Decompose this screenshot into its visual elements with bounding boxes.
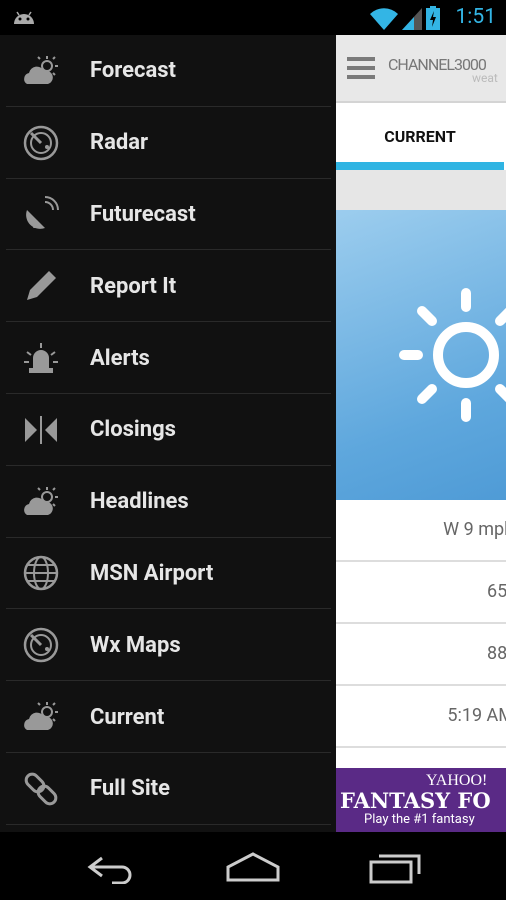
drawer-item-label: Full Site: [90, 776, 170, 802]
back-icon[interactable]: [82, 850, 142, 884]
low-temp-value: 65°: [487, 581, 506, 602]
closings-icon: [21, 410, 61, 450]
recent-apps-icon[interactable]: [365, 850, 425, 884]
drawer-item-wx-maps[interactable]: Wx Maps: [0, 609, 336, 681]
pencil-icon: [21, 266, 61, 306]
main-content: CHANNEL3000 weat CURRENT W 9 mph 65° 88°…: [336, 35, 506, 832]
status-bar: 1:51: [0, 0, 506, 35]
radar-icon: [21, 625, 61, 665]
globe-icon: [21, 553, 61, 593]
satellite-dish-icon: [21, 194, 61, 234]
tab-indicator: [336, 162, 504, 170]
sunrise-row: 5:19 AM: [336, 686, 506, 748]
drawer-item-label: Radar: [90, 130, 149, 156]
drawer-item-full-site[interactable]: Full Site: [0, 753, 336, 825]
partly-cloudy-icon: [21, 482, 61, 522]
drawer-item-label: Wx Maps: [90, 632, 181, 658]
system-nav-bar: [0, 832, 506, 900]
drawer-item-label: Forecast: [90, 58, 176, 84]
wifi-icon: [370, 8, 398, 30]
sun-icon: [399, 288, 506, 422]
android-icon: [14, 11, 34, 24]
drawer-item-label: Closings: [90, 417, 176, 443]
home-icon[interactable]: [223, 850, 283, 884]
ad-headline: FANTASY FO: [340, 788, 491, 813]
signal-icon: [402, 8, 422, 30]
drawer-item-closings[interactable]: Closings: [0, 394, 336, 466]
drawer-item-current[interactable]: Current: [0, 681, 336, 753]
drawer-item-futurecast[interactable]: Futurecast: [0, 179, 336, 251]
high-temp-row: 88°: [336, 624, 506, 686]
wind-value: W 9 mph: [443, 519, 506, 540]
clock: 1:51: [455, 5, 497, 29]
drawer-item-msn-airport[interactable]: MSN Airport: [0, 538, 336, 610]
drawer-item-label: Report It: [90, 273, 177, 299]
drawer-item-label: Current: [90, 704, 165, 730]
action-bar: CHANNEL3000 weat: [336, 35, 506, 103]
drawer-item-alerts[interactable]: Alerts: [0, 322, 336, 394]
drawer-item-headlines[interactable]: Headlines: [0, 466, 336, 538]
drawer-item-forecast[interactable]: Forecast: [0, 35, 336, 107]
weather-condition-image: [336, 210, 506, 500]
channel-logo-sub: weat: [472, 71, 498, 85]
partly-cloudy-icon: [21, 51, 61, 91]
radar-icon: [21, 123, 61, 163]
ad-tagline: Play the #1 fantasy: [364, 812, 475, 827]
navigation-drawer: Forecast Radar Futurecast Report It Alerts Cl…: [0, 35, 336, 832]
wind-row: W 9 mph: [336, 500, 506, 562]
siren-icon: [21, 338, 61, 378]
link-icon: [21, 769, 61, 809]
drawer-item-label: Futurecast: [90, 201, 196, 227]
low-temp-row: 65°: [336, 562, 506, 624]
drawer-item-report-it[interactable]: Report It: [0, 250, 336, 322]
drawer-item-label: Headlines: [90, 489, 189, 515]
ad-banner[interactable]: YAHOO! FANTASY FO Play the #1 fantasy: [336, 768, 506, 832]
sunrise-value: 5:19 AM: [447, 705, 506, 726]
tab-bar: CURRENT: [336, 103, 506, 170]
partly-cloudy-icon: [21, 697, 61, 737]
high-temp-value: 88°: [487, 643, 506, 664]
section-strip: [336, 170, 506, 210]
hamburger-menu-icon[interactable]: [347, 57, 375, 79]
drawer-item-label: MSN Airport: [90, 560, 214, 586]
tab-current[interactable]: CURRENT: [336, 103, 504, 170]
drawer-item-label: Alerts: [90, 345, 150, 371]
drawer-item-radar[interactable]: Radar: [0, 107, 336, 179]
battery-charging-icon: [426, 6, 440, 30]
